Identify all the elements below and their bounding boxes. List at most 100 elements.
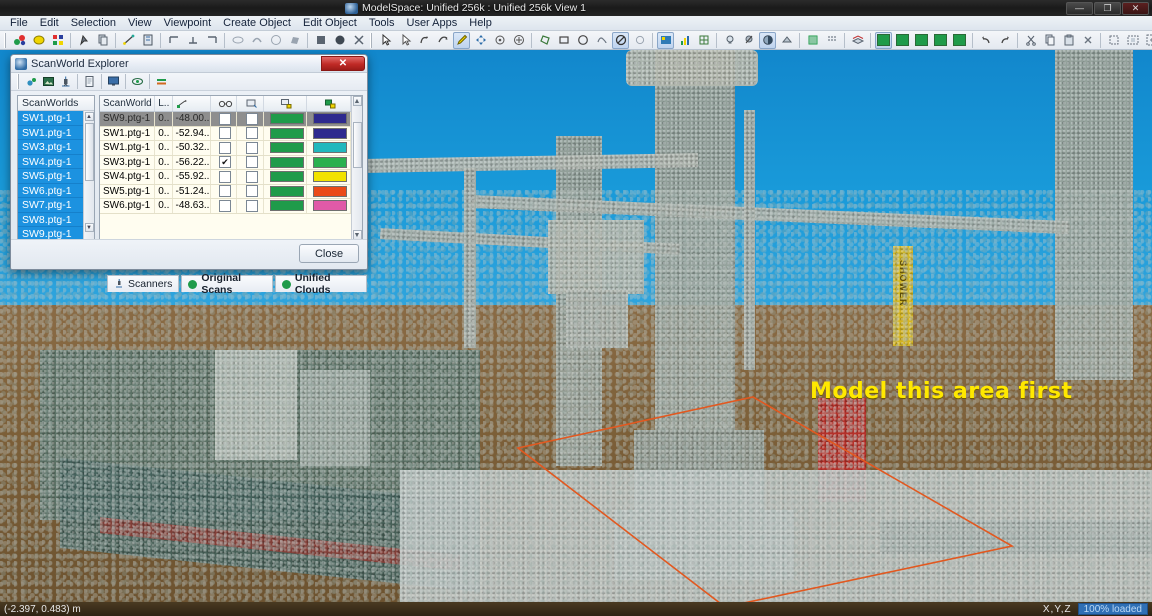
pipe-icon[interactable] <box>248 32 265 49</box>
checkbox[interactable] <box>245 170 258 183</box>
delete-x-icon[interactable] <box>350 32 367 49</box>
points-icon[interactable] <box>25 75 38 88</box>
color-swatch[interactable] <box>269 156 304 168</box>
no-fence-icon[interactable] <box>612 31 629 49</box>
rotate-icon[interactable] <box>415 32 432 49</box>
toolbar-grip[interactable] <box>370 32 374 48</box>
document-icon[interactable] <box>83 75 96 88</box>
menu-item-edit-object[interactable]: Edit Object <box>297 16 363 30</box>
patch-icon[interactable] <box>286 32 303 49</box>
align-right-icon[interactable] <box>203 32 220 49</box>
grid-dots-icon[interactable] <box>823 32 840 49</box>
cell-color-2[interactable] <box>307 170 351 184</box>
color-swatch[interactable] <box>269 113 304 125</box>
color-swatch[interactable] <box>269 200 304 212</box>
pick-icon[interactable] <box>75 32 92 49</box>
align-bottom-icon[interactable] <box>184 32 201 49</box>
pointer-icon[interactable] <box>377 32 394 49</box>
copy-icon[interactable] <box>94 32 111 49</box>
table-row[interactable]: SW9.ptg-1 0.. -48.00.. <box>100 112 351 127</box>
color-swatch[interactable] <box>313 142 348 154</box>
texture-icon[interactable] <box>804 32 821 49</box>
fit-window-icon[interactable] <box>1124 32 1141 49</box>
color-key-icon[interactable] <box>264 96 308 111</box>
list-item[interactable]: SW4.ptg-1 <box>18 154 83 169</box>
fence-rect-icon[interactable] <box>555 32 572 49</box>
swatch-4[interactable] <box>932 32 949 49</box>
flat-icon[interactable] <box>778 32 795 49</box>
cell-color-1[interactable] <box>264 184 308 198</box>
grid-scrollbar-thumb[interactable] <box>352 122 362 168</box>
zoom-window-icon[interactable] <box>510 32 527 49</box>
close-button[interactable]: Close <box>299 244 359 263</box>
cell-checkbox-2[interactable] <box>237 141 265 155</box>
cell-color-1[interactable] <box>264 141 308 155</box>
register-icon[interactable] <box>139 32 156 49</box>
scanworlds-list-scrollbar[interactable]: ▲ ▼ <box>83 111 94 240</box>
menu-item-view[interactable]: View <box>122 16 158 30</box>
checkbox[interactable] <box>245 199 258 212</box>
cell-checkbox-2[interactable] <box>237 184 265 198</box>
cell-checkbox-1[interactable] <box>211 170 238 184</box>
grid-header-l[interactable]: L.. <box>155 96 173 111</box>
fence-circle-icon[interactable] <box>574 32 591 49</box>
align-left-icon[interactable] <box>165 32 182 49</box>
color-swatch[interactable] <box>269 171 304 183</box>
fence-free-icon[interactable] <box>593 32 610 49</box>
menu-item-help[interactable]: Help <box>463 16 498 30</box>
cell-color-1[interactable] <box>264 112 308 126</box>
cell-checkbox-1[interactable] <box>211 141 238 155</box>
binocular-icon[interactable] <box>211 96 238 111</box>
menu-item-selection[interactable]: Selection <box>65 16 122 30</box>
redo-icon[interactable] <box>996 32 1013 49</box>
image-icon[interactable] <box>42 75 55 88</box>
menu-item-viewpoint[interactable]: Viewpoint <box>158 16 218 30</box>
table-row[interactable]: SW4.ptg-1 0.. -55.92.. <box>100 170 351 185</box>
cell-color-1[interactable] <box>264 199 308 213</box>
view-lock-icon[interactable] <box>237 96 265 111</box>
undo-icon[interactable] <box>977 32 994 49</box>
cell-checkbox-2[interactable] <box>237 199 265 213</box>
checkbox[interactable] <box>219 141 232 154</box>
cell-color-2[interactable] <box>307 184 351 198</box>
ruler-icon[interactable] <box>173 96 211 111</box>
list-item[interactable]: SW5.ptg-1 <box>18 169 83 184</box>
measure-icon[interactable] <box>120 32 137 49</box>
pencil-icon[interactable] <box>453 31 470 49</box>
color-swatch[interactable] <box>269 127 304 139</box>
scanner-icon[interactable] <box>59 75 72 88</box>
cell-checkbox-1[interactable] <box>211 112 238 126</box>
shade-icon[interactable] <box>759 31 776 49</box>
checkbox[interactable] <box>219 185 232 198</box>
color-swatch[interactable] <box>269 185 304 197</box>
color-swatch[interactable] <box>313 200 348 212</box>
menu-item-user-apps[interactable]: User Apps <box>401 16 464 30</box>
swatch-1[interactable] <box>875 31 892 49</box>
tab-unified-clouds[interactable]: Unified Clouds <box>274 272 367 296</box>
menu-item-create-object[interactable]: Create Object <box>217 16 297 30</box>
list-item[interactable]: SW1.ptg-1 <box>18 125 83 140</box>
swatch-5[interactable] <box>951 32 968 49</box>
cell-color-2[interactable] <box>307 126 351 140</box>
cell-color-2[interactable] <box>307 155 351 169</box>
layers-icon[interactable] <box>155 75 168 88</box>
menu-item-edit[interactable]: Edit <box>34 16 65 30</box>
cell-checkbox-2[interactable] <box>237 126 265 140</box>
circle-icon[interactable] <box>267 32 284 49</box>
checkbox[interactable] <box>219 199 232 212</box>
table-row[interactable]: SW1.ptg-1 0.. -50.32.. <box>100 141 351 156</box>
copy-clip-icon[interactable] <box>1041 32 1058 49</box>
list-item[interactable]: SW8.ptg-1 <box>18 212 83 227</box>
dialog-close-icon[interactable]: ✕ <box>321 56 365 71</box>
tab-original-scans[interactable]: Original Scans <box>181 272 273 296</box>
list-item[interactable]: SW3.ptg-1 <box>18 140 83 155</box>
view-icon[interactable] <box>131 75 144 88</box>
swatch-2[interactable] <box>894 32 911 49</box>
toolbar-grip[interactable] <box>4 32 8 48</box>
monitor-icon[interactable] <box>107 75 120 88</box>
dialog-toolbar-grip[interactable] <box>17 74 21 89</box>
cell-checkbox-2[interactable] <box>237 155 265 169</box>
checkbox-checked[interactable]: ✔ <box>219 156 232 169</box>
cylinder-icon[interactable] <box>229 32 246 49</box>
fence-off-icon[interactable] <box>631 32 648 49</box>
